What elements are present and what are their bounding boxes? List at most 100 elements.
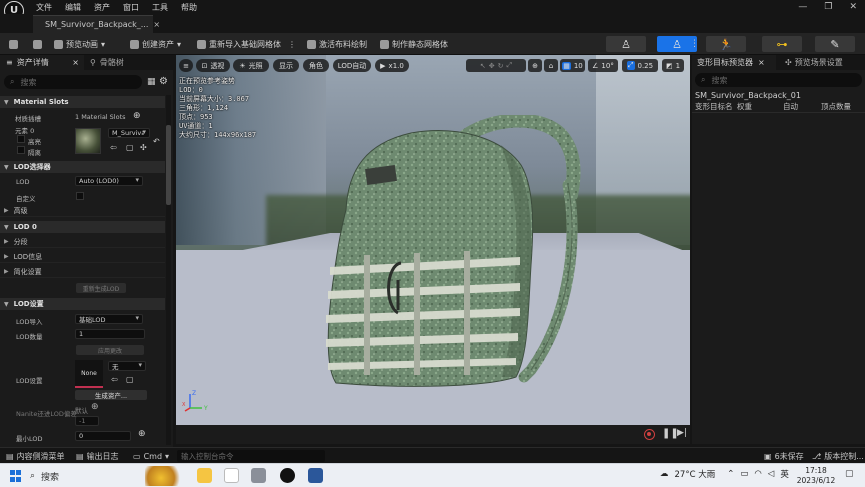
add-override-icon[interactable]: ⊕ [91, 402, 99, 412]
app-window-icon[interactable] [251, 468, 266, 483]
use-selected-icon-2[interactable]: ⇦ [111, 375, 118, 384]
move-tool-icon[interactable]: ✥ [489, 62, 495, 70]
use-selected-icon[interactable]: ⇦ [110, 143, 117, 152]
min-lod-input[interactable]: 0 [75, 431, 131, 441]
section-lod-info[interactable]: ▶ LOD信息 [0, 251, 165, 263]
material-options-icon[interactable]: ✣ [140, 143, 147, 152]
settings-gear-icon[interactable]: ⚙ [159, 76, 168, 87]
preview-viewport[interactable]: ≡ ⊡ 透视 ☀ 光照 显示 角色 LOD自动 ▶ x1.0 ↖ ✥ ↻ ⤢ ⊕ ⌂ … [176, 55, 690, 425]
tab-skeleton-tree[interactable]: ⚲ 骨骼树 [84, 55, 168, 70]
file-explorer-icon[interactable] [197, 468, 212, 483]
browse-asset-icon[interactable]: ▢ [126, 143, 134, 152]
lod-dropdown[interactable]: Auto (LOD0) [75, 176, 143, 186]
material-thumbnail[interactable] [75, 128, 101, 154]
animation-mode-button[interactable]: 🏃 [706, 36, 746, 52]
highlight-checkbox[interactable] [17, 135, 25, 143]
section-reduction-settings[interactable]: ▶ 简化设置 [0, 266, 165, 278]
select-tool-icon[interactable]: ↖ [480, 62, 486, 70]
viewport-menu-button[interactable]: ≡ [179, 59, 193, 72]
custom-lod-checkbox[interactable] [76, 192, 84, 200]
world-local-button[interactable]: ⊕ [528, 59, 542, 72]
section-material-slots[interactable]: ▼ Material Slots [0, 96, 165, 108]
apply-changes-button[interactable]: 应用更改 [76, 345, 144, 355]
lod-import-dropdown[interactable]: 基础LOD [75, 314, 143, 324]
scale-snap-button[interactable]: ⤢ 0.25 [622, 59, 658, 72]
tab-morph-target-previewer[interactable]: 变形目标预览器 × [692, 55, 776, 70]
material-picker[interactable]: M_Survival_Ba [108, 128, 150, 138]
section-advanced[interactable]: ▶ 高级 [0, 205, 165, 217]
taskbar-flowers-widget[interactable] [145, 466, 185, 486]
skeleton-mode-button[interactable]: ♙ [606, 36, 646, 52]
grid-snap-button[interactable]: ▦ 10 [560, 59, 585, 72]
reimport-base-mesh-button[interactable]: 重新导入基础网格体 ⋮ [197, 37, 296, 51]
volume-icon[interactable]: ◁ [768, 469, 775, 479]
record-button[interactable] [644, 429, 655, 440]
close-window-button[interactable]: ✕ [849, 2, 857, 12]
details-scrollbar-thumb[interactable] [166, 125, 171, 205]
mode-options-menu[interactable]: ⋮ [690, 39, 699, 49]
close-tab-icon[interactable]: × [72, 58, 79, 67]
isolate-checkbox[interactable] [17, 146, 25, 154]
add-platform-override-icon[interactable]: ⊕ [138, 429, 146, 439]
unreal-engine-taskbar-icon[interactable] [280, 468, 295, 483]
physics-mode-button[interactable]: ✎ [815, 36, 855, 52]
menu-file[interactable]: 文件 [36, 2, 52, 13]
make-static-mesh-button[interactable]: 制作静态网格体 [380, 37, 448, 51]
scale-tool-icon[interactable]: ⤢ [507, 61, 513, 70]
col-weight[interactable]: 权重 [737, 101, 779, 112]
taskbar-search[interactable]: ⌕ 搜索 [30, 467, 140, 485]
details-scrollbar[interactable] [166, 95, 171, 445]
menu-tools[interactable]: 工具 [152, 2, 168, 13]
weather-icon[interactable]: ☁ [660, 469, 669, 479]
tab-asset-details[interactable]: ≡ 资产详情 × [0, 55, 84, 70]
word-icon[interactable] [308, 468, 323, 483]
perspective-button[interactable]: ⊡ 透视 [196, 59, 230, 72]
menu-asset[interactable]: 资产 [94, 2, 110, 13]
lod-settings-picker[interactable]: 无 [108, 361, 146, 371]
col-vertex-count[interactable]: 顶点数量 [821, 101, 865, 112]
lod-count-input[interactable]: 1 [75, 329, 145, 339]
lod-settings-thumbnail[interactable]: None [75, 360, 103, 388]
angle-snap-button[interactable]: ∠ 10° [588, 59, 618, 72]
playback-speed-button[interactable]: ▶ x1.0 [375, 59, 409, 72]
close-tab-icon[interactable]: × [758, 58, 765, 67]
regenerate-lod-button[interactable]: 重新生成LOD [76, 283, 126, 293]
minimize-button[interactable]: — [798, 2, 807, 12]
details-search-input[interactable]: ⌕ 搜索 [4, 75, 142, 89]
section-lod-settings[interactable]: ▼ LOD设置 [0, 298, 165, 310]
network-icon[interactable]: ▭ [740, 469, 748, 479]
show-hidden-icons[interactable]: ⌃ [727, 469, 734, 479]
content-drawer-button[interactable]: ▤ 内容侧滑菜单 [6, 450, 65, 462]
nanite-default-input[interactable]: -1 [75, 416, 99, 426]
col-auto[interactable]: 自动 [779, 101, 821, 112]
document-tab[interactable]: SM_Survivor_Backpack_... × [33, 15, 160, 33]
backpack-mesh[interactable] [306, 115, 606, 395]
col-morph-name[interactable]: 变形目标名 [692, 101, 737, 112]
lod-auto-button[interactable]: LOD自动 [333, 59, 371, 72]
create-asset-dropdown[interactable]: 创建资产 ▾ [130, 37, 181, 51]
windows-start-icon[interactable] [10, 470, 22, 482]
menu-help[interactable]: 帮助 [181, 2, 197, 13]
source-control-button[interactable]: ⎇ 版本控制... [812, 450, 864, 462]
preview-animation-dropdown[interactable]: 预览动画 ▾ [54, 37, 105, 51]
generate-asset-button[interactable]: 生成资产... [75, 390, 147, 400]
character-button[interactable]: 角色 [303, 59, 329, 72]
morph-search-input[interactable]: ⌕ 搜索 [695, 73, 862, 87]
wifi-icon[interactable]: ◠ [754, 469, 761, 479]
rotate-tool-icon[interactable]: ↻ [498, 62, 504, 70]
cmd-dropdown[interactable]: ▭ Cmd ▾ [133, 450, 169, 462]
show-button[interactable]: 显示 [273, 59, 299, 72]
menu-edit[interactable]: 编辑 [65, 2, 81, 13]
blueprint-mode-button[interactable]: ⊶ [762, 36, 802, 52]
section-sections[interactable]: ▶ 分段 [0, 236, 165, 248]
browse-button[interactable] [33, 37, 42, 51]
taskbar-clock[interactable]: 17:18 2023/6/12 [796, 466, 836, 486]
camera-speed-button[interactable]: ◩ 1 [662, 59, 684, 72]
table-view-icon[interactable]: ▦ [147, 77, 156, 87]
section-lod-picker[interactable]: ▼ LOD选择器 [0, 161, 165, 173]
browse-asset-icon-2[interactable]: ▢ [126, 375, 134, 384]
surface-snap-button[interactable]: ⌂ [544, 59, 558, 72]
console-command-input[interactable]: 输入控制台命令 [177, 450, 325, 462]
add-slot-icon[interactable]: ⊕ [133, 111, 141, 121]
maximize-button[interactable]: ❐ [824, 2, 832, 12]
